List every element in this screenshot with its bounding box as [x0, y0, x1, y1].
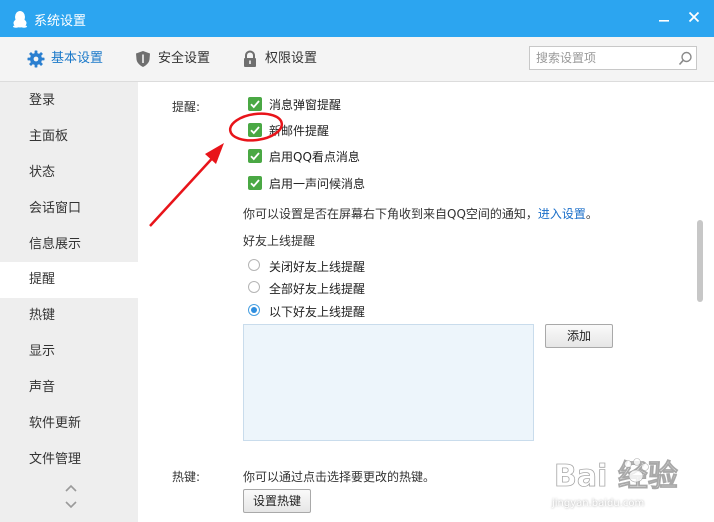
add-friend-button[interactable]: 添加: [545, 324, 613, 348]
close-icon: [688, 11, 700, 23]
radio-label: 全部好友上线提醒: [269, 282, 366, 296]
checkbox-label: 启用QQ看点消息: [269, 150, 360, 164]
friend-list-box[interactable]: [243, 324, 534, 441]
set-hotkey-button[interactable]: 设置热键: [243, 489, 311, 513]
settings-window: 系统设置 基本设置 安全设置 权限设置 搜索设置项 登录 主面板 状态 会话窗口…: [0, 0, 714, 522]
radio-label: 以下好友上线提醒: [269, 305, 366, 319]
radio-selected-friends-online[interactable]: [248, 304, 260, 316]
close-button[interactable]: [682, 6, 706, 30]
chevron-down-icon[interactable]: [64, 500, 78, 510]
checkmark-icon: [250, 100, 260, 109]
search-icon[interactable]: [678, 51, 693, 66]
settings-search-box[interactable]: [529, 46, 697, 70]
qq-penguin-icon: [13, 11, 27, 28]
search-input[interactable]: [536, 49, 670, 67]
shield-icon: [136, 51, 150, 67]
hotkey-section-label: 热键:: [172, 470, 201, 484]
checkmark-icon: [250, 126, 260, 135]
sidebar-item-chat-window[interactable]: 会话窗口: [0, 191, 138, 227]
enter-settings-link[interactable]: 进入设置: [538, 207, 586, 221]
tab-basic-settings[interactable]: 基本设置: [27, 37, 117, 81]
reminder-section-label: 提醒:: [172, 100, 201, 114]
friend-online-title: 好友上线提醒: [243, 234, 316, 248]
title-bar[interactable]: 系统设置: [0, 0, 714, 37]
scrollbar-thumb[interactable]: [697, 220, 703, 302]
radio-all-friends-online[interactable]: [248, 281, 260, 293]
qzone-notify-text: 你可以设置是否在屏幕右下角收到来自QQ空间的通知，进入设置。: [243, 205, 598, 222]
tab-permission-settings[interactable]: 权限设置: [241, 37, 331, 81]
tab-label: 安全设置: [158, 51, 211, 66]
radio-disable-friend-online[interactable]: [248, 259, 260, 271]
sidebar-item-file-management[interactable]: 文件管理: [0, 442, 138, 478]
minimize-button[interactable]: [652, 6, 676, 30]
checkbox-new-mail[interactable]: [248, 123, 262, 137]
sidebar-item-sound[interactable]: 声音: [0, 370, 138, 406]
sidebar-item-main-panel[interactable]: 主面板: [0, 119, 138, 155]
tab-security-settings[interactable]: 安全设置: [134, 37, 224, 81]
checkbox-greeting[interactable]: [248, 176, 262, 190]
lock-icon: [244, 50, 256, 67]
settings-toolbar: 基本设置 安全设置 权限设置: [0, 37, 714, 82]
sidebar-item-display[interactable]: 显示: [0, 334, 138, 370]
sidebar-item-status[interactable]: 状态: [0, 155, 138, 191]
tab-label: 基本设置: [51, 51, 104, 66]
checkbox-popup-reminder[interactable]: [248, 97, 262, 111]
notify-period: 。: [585, 207, 598, 221]
sidebar-item-login[interactable]: 登录: [0, 83, 138, 119]
sidebar-item-reminder[interactable]: 提醒: [0, 262, 138, 298]
sidebar-item-info-display[interactable]: 信息展示: [0, 227, 138, 263]
gear-icon: [27, 50, 45, 68]
window-title: 系统设置: [34, 14, 87, 29]
checkbox-qq-kandian[interactable]: [248, 149, 262, 163]
watermark-url: jingyan.baidu.com: [552, 498, 645, 509]
radio-label: 关闭好友上线提醒: [269, 260, 366, 274]
checkmark-icon: [250, 152, 260, 161]
sidebar-item-hotkey[interactable]: 热键: [0, 298, 138, 334]
checkbox-label: 消息弹窗提醒: [269, 98, 342, 112]
checkmark-icon: [250, 179, 260, 188]
watermark-brand: Bai 经验: [554, 459, 678, 494]
notify-description: 你可以设置是否在屏幕右下角收到来自QQ空间的通知，: [243, 207, 538, 221]
checkbox-label: 新邮件提醒: [269, 124, 330, 138]
minimize-icon: [659, 20, 669, 22]
checkbox-label: 启用一声问候消息: [269, 177, 366, 191]
tab-label: 权限设置: [265, 51, 318, 66]
settings-sidebar: 登录 主面板 状态 会话窗口 信息展示 提醒 热键 显示 声音 软件更新 文件管…: [0, 82, 138, 522]
sidebar-item-software-update[interactable]: 软件更新: [0, 406, 138, 442]
chevron-up-icon[interactable]: [64, 483, 78, 493]
hotkey-description: 你可以通过点击选择要更改的热键。: [243, 470, 436, 484]
